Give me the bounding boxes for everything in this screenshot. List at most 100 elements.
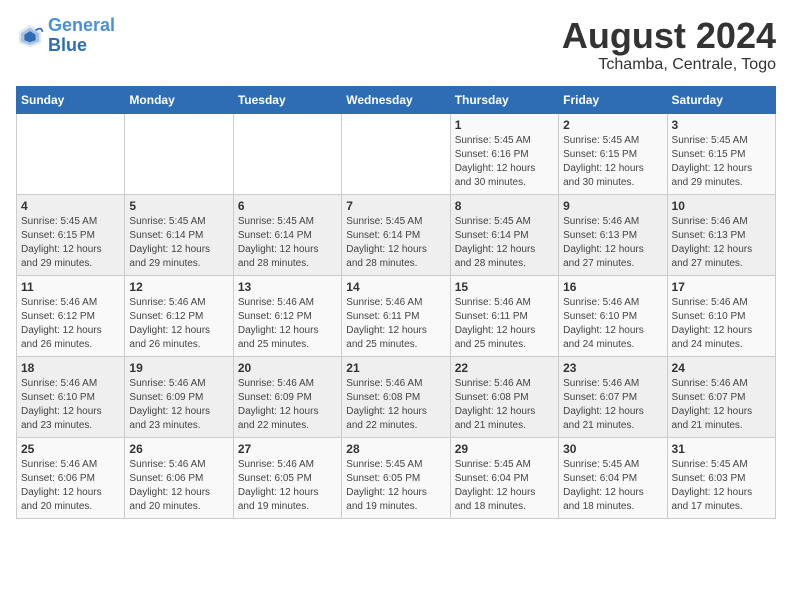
day-info: Sunrise: 5:46 AMSunset: 6:13 PMDaylight:… [672,215,771,271]
day-number: 14 [346,280,445,294]
day-number: 3 [672,118,771,132]
day-cell: 13 Sunrise: 5:46 AMSunset: 6:12 PMDayligh… [233,275,341,356]
day-number: 9 [563,199,662,213]
day-number: 13 [238,280,337,294]
day-number: 19 [129,361,228,375]
day-info: Sunrise: 5:46 AMSunset: 6:08 PMDaylight:… [346,377,445,433]
day-cell: 26 Sunrise: 5:46 AMSunset: 6:06 PMDayligh… [125,437,233,518]
day-cell: 10 Sunrise: 5:46 AMSunset: 6:13 PMDayligh… [667,194,775,275]
day-cell: 25Sunrise: 5:46 AMSunset: 6:06 PMDayligh… [17,437,125,518]
day-cell [125,113,233,194]
day-cell [17,113,125,194]
day-info: Sunrise: 5:46 AMSunset: 6:12 PMDaylight:… [21,296,120,352]
day-info: Sunrise: 5:46 AMSunset: 6:05 PMDaylight:… [238,458,337,514]
calendar-title: August 2024 [562,16,776,56]
calendar-subtitle: Tchamba, Centrale, Togo [562,56,776,74]
calendar-header: SundayMondayTuesdayWednesdayThursdayFrid… [17,86,776,113]
day-info: Sunrise: 5:46 AMSunset: 6:10 PMDaylight:… [672,296,771,352]
day-number: 23 [563,361,662,375]
day-info: Sunrise: 5:45 AMSunset: 6:04 PMDaylight:… [563,458,662,514]
day-info: Sunrise: 5:46 AMSunset: 6:12 PMDaylight:… [129,296,228,352]
day-cell: 12 Sunrise: 5:46 AMSunset: 6:12 PMDayligh… [125,275,233,356]
day-info: Sunrise: 5:45 AMSunset: 6:15 PMDaylight:… [672,134,771,190]
day-number: 25 [21,442,120,456]
day-cell: 21Sunrise: 5:46 AMSunset: 6:08 PMDayligh… [342,356,450,437]
day-number: 30 [563,442,662,456]
day-info: Sunrise: 5:45 AMSunset: 6:04 PMDaylight:… [455,458,554,514]
day-info: Sunrise: 5:46 AMSunset: 6:11 PMDaylight:… [346,296,445,352]
weekday-header-tuesday: Tuesday [233,86,341,113]
week-row-2: 4 Sunrise: 5:45 AMSunset: 6:15 PMDaylight… [17,194,776,275]
day-number: 26 [129,442,228,456]
weekday-header-saturday: Saturday [667,86,775,113]
day-number: 5 [129,199,228,213]
calendar-body: 1Sunrise: 5:45 AMSunset: 6:16 PMDaylight… [17,113,776,518]
day-info: Sunrise: 5:46 AMSunset: 6:10 PMDaylight:… [563,296,662,352]
day-cell: 9 Sunrise: 5:46 AMSunset: 6:13 PMDaylight… [559,194,667,275]
day-number: 31 [672,442,771,456]
day-cell: 8 Sunrise: 5:45 AMSunset: 6:14 PMDaylight… [450,194,558,275]
day-cell: 31 Sunrise: 5:45 AMSunset: 6:03 PMDayligh… [667,437,775,518]
day-info: Sunrise: 5:46 AMSunset: 6:12 PMDaylight:… [238,296,337,352]
day-number: 2 [563,118,662,132]
day-info: Sunrise: 5:46 AMSunset: 6:09 PMDaylight:… [238,377,337,433]
day-number: 7 [346,199,445,213]
day-number: 15 [455,280,554,294]
day-info: Sunrise: 5:46 AMSunset: 6:08 PMDaylight:… [455,377,554,433]
title-block: August 2024 Tchamba, Centrale, Togo [562,16,776,74]
page-header: General Blue August 2024 Tchamba, Centra… [16,16,776,74]
week-row-5: 25 Sunrise: 5:46 AMSunset: 6:06 PMDayligh… [17,437,776,518]
weekday-header-friday: Friday [559,86,667,113]
day-number: 16 [563,280,662,294]
day-info: Sunrise: 5:45 AMSunset: 6:14 PMDaylight:… [129,215,228,271]
day-cell: 5 Sunrise: 5:45 AMSunset: 6:14 PMDaylight… [125,194,233,275]
day-cell: 2 Sunrise: 5:45 AMSunset: 6:15 PMDaylight… [559,113,667,194]
day-info: Sunrise: 5:46 AMSunset: 6:06 PMDaylight:… [129,458,228,514]
calendar-table: SundayMondayTuesdayWednesdayThursdayFrid… [16,86,776,519]
day-info: Sunrise: 5:45 AMSunset: 6:15 PMDaylight:… [563,134,662,190]
day-cell: 19Sunrise: 5:46 AMSunset: 6:09 PMDayligh… [125,356,233,437]
day-cell: 17 Sunrise: 5:46 AMSunset: 6:10 PMDayligh… [667,275,775,356]
day-number: 24 [672,361,771,375]
day-number: 17 [672,280,771,294]
day-cell: 16 Sunrise: 5:46 AMSunset: 6:10 PMDayligh… [559,275,667,356]
weekday-header-sunday: Sunday [17,86,125,113]
day-info: Sunrise: 5:46 AMSunset: 6:13 PMDaylight:… [563,215,662,271]
weekday-header-thursday: Thursday [450,86,558,113]
week-row-4: 18Sunrise: 5:46 AMSunset: 6:10 PMDayligh… [17,356,776,437]
day-info: Sunrise: 5:46 AMSunset: 6:11 PMDaylight:… [455,296,554,352]
week-row-3: 11Sunrise: 5:46 AMSunset: 6:12 PMDayligh… [17,275,776,356]
day-cell: 18Sunrise: 5:46 AMSunset: 6:10 PMDayligh… [17,356,125,437]
weekday-header-wednesday: Wednesday [342,86,450,113]
day-info: Sunrise: 5:45 AMSunset: 6:14 PMDaylight:… [455,215,554,271]
day-number: 8 [455,199,554,213]
day-info: Sunrise: 5:46 AMSunset: 6:07 PMDaylight:… [563,377,662,433]
day-cell: 29 Sunrise: 5:45 AMSunset: 6:04 PMDayligh… [450,437,558,518]
day-number: 6 [238,199,337,213]
day-cell: 27Sunrise: 5:46 AMSunset: 6:05 PMDayligh… [233,437,341,518]
logo-icon [16,22,44,50]
day-number: 20 [238,361,337,375]
day-cell [342,113,450,194]
day-cell: 4 Sunrise: 5:45 AMSunset: 6:15 PMDaylight… [17,194,125,275]
day-cell: 24 Sunrise: 5:46 AMSunset: 6:07 PMDayligh… [667,356,775,437]
day-info: Sunrise: 5:45 AMSunset: 6:16 PMDaylight:… [455,134,554,190]
day-cell: 20 Sunrise: 5:46 AMSunset: 6:09 PMDayligh… [233,356,341,437]
day-number: 12 [129,280,228,294]
day-number: 28 [346,442,445,456]
day-info: Sunrise: 5:46 AMSunset: 6:07 PMDaylight:… [672,377,771,433]
day-number: 10 [672,199,771,213]
day-cell: 22Sunrise: 5:46 AMSunset: 6:08 PMDayligh… [450,356,558,437]
day-info: Sunrise: 5:45 AMSunset: 6:05 PMDaylight:… [346,458,445,514]
day-info: Sunrise: 5:45 AMSunset: 6:15 PMDaylight:… [21,215,120,271]
day-cell: 30 Sunrise: 5:45 AMSunset: 6:04 PMDayligh… [559,437,667,518]
day-cell: 3 Sunrise: 5:45 AMSunset: 6:15 PMDaylight… [667,113,775,194]
day-number: 4 [21,199,120,213]
day-cell [233,113,341,194]
day-info: Sunrise: 5:46 AMSunset: 6:10 PMDaylight:… [21,377,120,433]
day-number: 29 [455,442,554,456]
weekday-row: SundayMondayTuesdayWednesdayThursdayFrid… [17,86,776,113]
week-row-1: 1Sunrise: 5:45 AMSunset: 6:16 PMDaylight… [17,113,776,194]
day-info: Sunrise: 5:45 AMSunset: 6:03 PMDaylight:… [672,458,771,514]
day-cell: 23 Sunrise: 5:46 AMSunset: 6:07 PMDayligh… [559,356,667,437]
